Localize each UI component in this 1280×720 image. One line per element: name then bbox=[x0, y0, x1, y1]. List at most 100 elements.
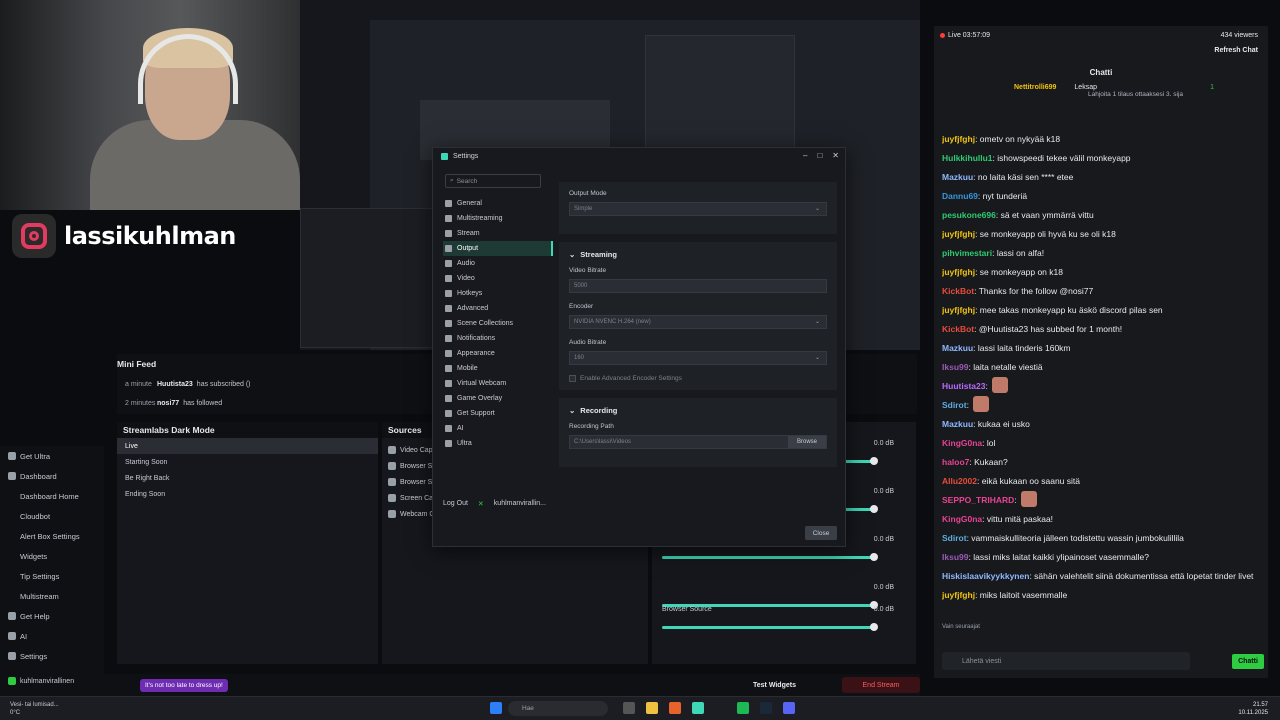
promo-badge[interactable]: It's not too late to dress up! bbox=[140, 678, 228, 692]
nav-icon bbox=[8, 472, 16, 480]
settings-menu-item[interactable]: Virtual Webcam bbox=[443, 376, 553, 391]
scene-item[interactable]: Live bbox=[117, 438, 378, 454]
streamlabs-icon[interactable] bbox=[692, 702, 704, 714]
volume-knob[interactable] bbox=[870, 505, 878, 513]
weather-widget[interactable]: Vesi- tai lumisad... 0°C bbox=[10, 701, 59, 717]
chat-username[interactable]: juyfjfghj bbox=[942, 267, 975, 277]
nav-item[interactable]: AI bbox=[0, 626, 104, 646]
settings-menu-item[interactable]: Appearance bbox=[443, 346, 553, 361]
logout-button[interactable]: Log Out bbox=[443, 500, 468, 508]
steam-icon[interactable] bbox=[760, 702, 772, 714]
settings-menu-item[interactable]: Get Support bbox=[443, 406, 553, 421]
taskbar-search[interactable]: Hae bbox=[508, 701, 608, 716]
chat-username[interactable]: pesukone696 bbox=[942, 210, 996, 220]
file-explorer-icon[interactable] bbox=[646, 702, 658, 714]
chat-username[interactable]: juyfjfghj bbox=[942, 305, 975, 315]
chat-username[interactable]: juyfjfghj bbox=[942, 229, 975, 239]
video-bitrate-input[interactable]: 5000 bbox=[569, 279, 827, 293]
test-widgets-button[interactable]: Test Widgets bbox=[753, 682, 796, 689]
settings-menu-item[interactable]: AI bbox=[443, 421, 553, 436]
settings-menu-item[interactable]: Video bbox=[443, 271, 553, 286]
chat-username[interactable]: juyfjfghj bbox=[942, 134, 975, 144]
settings-menu-item[interactable]: Output bbox=[443, 241, 553, 256]
volume-slider[interactable] bbox=[662, 626, 872, 629]
feed-user[interactable]: Huutista23 bbox=[157, 381, 193, 388]
settings-menu-item[interactable]: Mobile bbox=[443, 361, 553, 376]
settings-search-input[interactable]: ⌕ Search bbox=[445, 174, 541, 188]
settings-menu-item[interactable]: Hotkeys bbox=[443, 286, 553, 301]
refresh-chat-button[interactable]: Refresh Chat bbox=[1214, 47, 1258, 54]
chat-username[interactable]: pihvimestari bbox=[942, 248, 992, 258]
chat-username[interactable]: Allu2002 bbox=[942, 476, 977, 486]
settings-menu-item[interactable]: Multistreaming bbox=[443, 211, 553, 226]
settings-menu-item[interactable]: Game Overlay bbox=[443, 391, 553, 406]
scene-item[interactable]: Ending Soon bbox=[117, 486, 378, 502]
close-icon[interactable]: ✕ bbox=[832, 151, 839, 160]
chat-username[interactable]: Huutista23 bbox=[942, 381, 985, 391]
settings-menu-item[interactable]: Advanced bbox=[443, 301, 553, 316]
nav-item[interactable]: Get Ultra bbox=[0, 446, 104, 466]
nav-item[interactable]: Settings bbox=[0, 646, 104, 666]
settings-menu-item[interactable]: Audio bbox=[443, 256, 553, 271]
scene-item[interactable]: Starting Soon bbox=[117, 454, 378, 470]
chat-text: @Huutista23 has subbed for 1 month! bbox=[978, 324, 1123, 334]
nav-item[interactable]: Widgets bbox=[0, 546, 104, 566]
chat-username[interactable]: SEPPO_TRIHARD bbox=[942, 495, 1014, 505]
task-view-icon[interactable] bbox=[623, 702, 635, 714]
chat-input[interactable]: Lähetä viesti bbox=[942, 652, 1190, 670]
chat-username[interactable]: juyfjfghj bbox=[942, 590, 975, 600]
feed-user[interactable]: nosi77 bbox=[157, 400, 179, 407]
chat-username[interactable]: Mazkuu bbox=[942, 419, 973, 429]
volume-knob[interactable] bbox=[870, 457, 878, 465]
chat-username[interactable]: Sdirot bbox=[942, 400, 967, 410]
chat-username[interactable]: Sdirot bbox=[942, 533, 967, 543]
chat-username[interactable]: KickBot bbox=[942, 286, 974, 296]
volume-knob[interactable] bbox=[870, 623, 878, 631]
nav-item[interactable]: Multistream bbox=[0, 586, 104, 606]
encoder-select[interactable]: NVIDIA NVENC H.264 (new) ⌄ bbox=[569, 315, 827, 329]
discord-icon[interactable] bbox=[783, 702, 795, 714]
settings-menu-item[interactable]: Scene Collections bbox=[443, 316, 553, 331]
streaming-header[interactable]: ⌄ Streaming bbox=[569, 250, 827, 259]
settings-menu-item[interactable]: General bbox=[443, 196, 553, 211]
settings-menu-item[interactable]: Stream bbox=[443, 226, 553, 241]
nav-item[interactable]: Cloudbot bbox=[0, 506, 104, 526]
chat-username[interactable]: Hulkkihullu1 bbox=[942, 153, 993, 163]
chat-send-button[interactable]: Chatti bbox=[1232, 654, 1264, 669]
audio-bitrate-select[interactable]: 160 ⌄ bbox=[569, 351, 827, 365]
chat-username[interactable]: KickBot bbox=[942, 324, 974, 334]
nav-item[interactable]: Get Help bbox=[0, 606, 104, 626]
chat-username[interactable]: Mazkuu bbox=[942, 172, 973, 182]
recording-header[interactable]: ⌄ Recording bbox=[569, 406, 827, 415]
settings-menu-item[interactable]: Notifications bbox=[443, 331, 553, 346]
end-stream-button[interactable]: End Stream bbox=[842, 677, 920, 693]
volume-slider[interactable] bbox=[662, 556, 872, 559]
chat-username[interactable]: Hiskislaavikyykkynen bbox=[942, 571, 1029, 581]
scene-item[interactable]: Be Right Back bbox=[117, 470, 378, 486]
settings-menu-item[interactable]: Ultra bbox=[443, 436, 553, 451]
recording-path-input[interactable]: C:\Users\lassi\Videos Browse bbox=[569, 435, 827, 449]
chat-username[interactable]: Iksu99 bbox=[942, 362, 968, 372]
volume-knob[interactable] bbox=[870, 553, 878, 561]
chat-username[interactable]: haloo7 bbox=[942, 457, 969, 467]
chat-username[interactable]: Dannu69 bbox=[942, 191, 978, 201]
chat-username[interactable]: KingG0na bbox=[942, 438, 982, 448]
close-button[interactable]: Close bbox=[805, 526, 837, 540]
nav-item[interactable]: Dashboard Home bbox=[0, 486, 104, 506]
chat-username[interactable]: KingG0na bbox=[942, 514, 982, 524]
nav-item[interactable]: Tip Settings bbox=[0, 566, 104, 586]
chat-username[interactable]: Iksu99 bbox=[942, 552, 968, 562]
advanced-encoder-checkbox[interactable]: Enable Advanced Encoder Settings bbox=[569, 375, 827, 382]
nav-item[interactable]: Alert Box Settings bbox=[0, 526, 104, 546]
nav-account[interactable]: kuhlmanvirallinen bbox=[0, 672, 104, 690]
output-mode-select[interactable]: Simple ⌄ bbox=[569, 202, 827, 216]
chat-username[interactable]: Mazkuu bbox=[942, 343, 973, 353]
windows-start-icon[interactable] bbox=[490, 702, 502, 714]
minimize-icon[interactable]: – bbox=[803, 151, 807, 160]
source-icon bbox=[388, 446, 396, 454]
browse-button[interactable]: Browse bbox=[788, 436, 826, 448]
firefox-icon[interactable] bbox=[669, 702, 681, 714]
maximize-icon[interactable]: □ bbox=[817, 151, 822, 160]
spotify-icon[interactable] bbox=[737, 702, 749, 714]
nav-item[interactable]: Dashboard bbox=[0, 466, 104, 486]
